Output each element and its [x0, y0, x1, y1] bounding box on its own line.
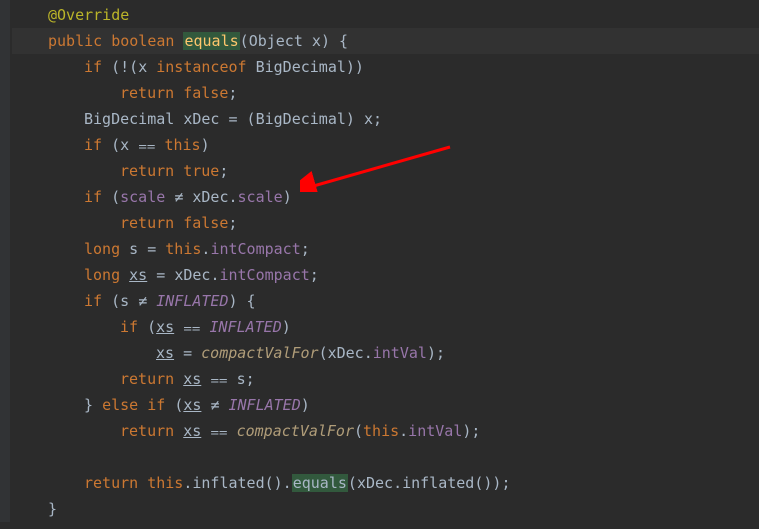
- editor-gutter: [0, 0, 10, 522]
- code-line: return this.inflated().equals(xDec.infla…: [12, 470, 759, 496]
- code-line: }: [12, 496, 759, 522]
- code-editor[interactable]: @Override public boolean equals(Object x…: [0, 0, 759, 522]
- code-line: return xs ⩵ s;: [12, 366, 759, 392]
- code-line: if (scale ≠ xDec.scale): [12, 184, 759, 210]
- code-line: if (s ≠ INFLATED) {: [12, 288, 759, 314]
- code-line: return false;: [12, 80, 759, 106]
- code-line: if (!(x instanceof BigDecimal)): [12, 54, 759, 80]
- code-line: BigDecimal xDec = (BigDecimal) x;: [12, 106, 759, 132]
- code-line: long s = this.intCompact;: [12, 236, 759, 262]
- code-line: xs = compactValFor(xDec.intVal);: [12, 340, 759, 366]
- code-line: } else if (xs ≠ INFLATED): [12, 392, 759, 418]
- code-line: return false;: [12, 210, 759, 236]
- code-line: [12, 444, 759, 470]
- method-declaration: equals: [183, 32, 239, 50]
- code-line: if (x ⩵ this): [12, 132, 759, 158]
- code-line: return xs ⩵ compactValFor(this.intVal);: [12, 418, 759, 444]
- method-usage-highlight: equals: [292, 474, 348, 492]
- code-line: @Override: [12, 2, 759, 28]
- code-line: if (xs ⩵ INFLATED): [12, 314, 759, 340]
- annotation: @Override: [48, 6, 129, 24]
- code-line: public boolean equals(Object x) {: [12, 28, 759, 54]
- code-line: long xs = xDec.intCompact;: [12, 262, 759, 288]
- code-line: return true;: [12, 158, 759, 184]
